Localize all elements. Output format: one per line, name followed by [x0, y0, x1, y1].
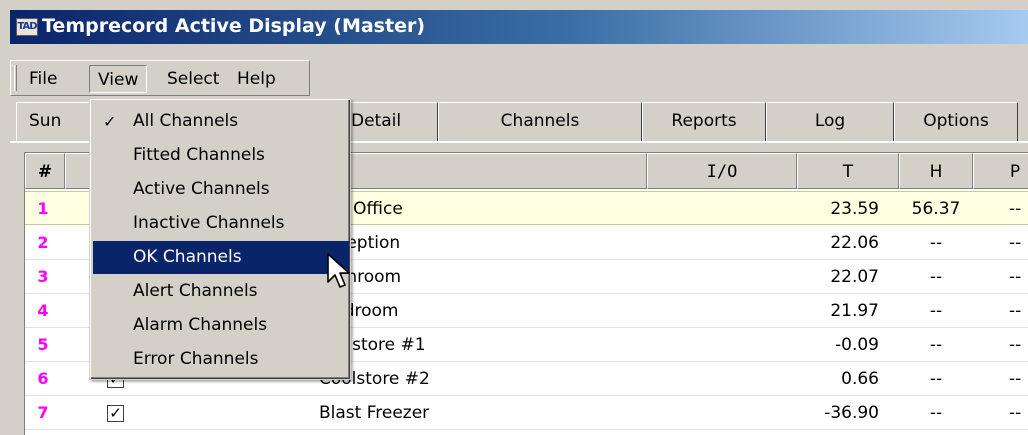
menu-item-inactive-channels[interactable]: Inactive Channels — [93, 207, 349, 240]
menu-item-label: Alert Channels — [133, 281, 258, 301]
humidity-value: -- — [929, 301, 943, 321]
column-header-number[interactable]: # — [25, 153, 65, 189]
menu-help[interactable]: Help — [229, 65, 284, 93]
channel-enabled-checkbox[interactable]: ✓ — [107, 405, 124, 422]
row-number: 3 — [37, 267, 49, 286]
pressure-value: -- — [1009, 403, 1022, 423]
checkmark-icon: ✓ — [103, 112, 117, 131]
menu-view[interactable]: View — [89, 65, 148, 93]
pressure-value: -- — [1009, 301, 1022, 321]
menu-item-all-channels[interactable]: ✓ All Channels — [93, 105, 349, 138]
menu-item-label: All Channels — [133, 111, 239, 131]
humidity-value: -- — [929, 369, 943, 389]
humidity-value: 56.37 — [911, 199, 961, 219]
tab-options[interactable]: Options — [894, 102, 1018, 142]
view-dropdown-menu: ✓ All Channels Fitted Channels Active Ch… — [89, 98, 351, 380]
row-number: 6 — [37, 369, 49, 388]
menu-item-label: Active Channels — [133, 179, 270, 199]
row-number: 5 — [37, 335, 49, 354]
menu-select[interactable]: Select — [159, 65, 227, 93]
app-logo-icon: TAD — [16, 18, 38, 36]
title-bar[interactable]: TAD Temprecord Active Display (Master) — [10, 10, 1028, 44]
temperature-value: -36.90 — [824, 403, 879, 423]
window-title: Temprecord Active Display (Master) — [42, 15, 426, 37]
temperature-value: -0.09 — [835, 335, 879, 355]
column-header-h[interactable]: H — [899, 153, 973, 189]
pressure-value: -- — [1009, 369, 1022, 389]
app-window: TAD Temprecord Active Display (Master) F… — [0, 0, 1028, 435]
menu-item-label: Fitted Channels — [133, 145, 265, 165]
menu-item-label: OK Channels — [133, 247, 242, 267]
menu-item-fitted-channels[interactable]: Fitted Channels — [93, 139, 349, 172]
tab-reports[interactable]: Reports — [642, 102, 766, 142]
menu-item-error-channels[interactable]: Error Channels — [93, 343, 349, 376]
pressure-value: -- — [1009, 233, 1022, 253]
menu-file[interactable]: File — [21, 65, 65, 93]
temperature-value: 23.59 — [830, 199, 879, 219]
temperature-value: 22.06 — [830, 233, 879, 253]
tab-channels[interactable]: Channels — [438, 102, 642, 142]
row-number: 7 — [37, 403, 49, 422]
row-number: 1 — [37, 199, 49, 218]
tab-log[interactable]: Log — [766, 102, 894, 142]
table-row[interactable]: 7 ✓ Blast Freezer -36.90 -- -- — [25, 396, 1028, 430]
menu-item-label: Alarm Channels — [133, 315, 268, 335]
mouse-pointer-icon — [327, 253, 350, 288]
column-header-p[interactable]: P — [973, 153, 1028, 189]
menu-item-label: Error Channels — [133, 349, 259, 369]
temperature-value: 22.07 — [830, 267, 879, 287]
menu-grip-handle — [14, 65, 17, 91]
humidity-value: -- — [929, 335, 943, 355]
row-number: 4 — [37, 301, 49, 320]
pressure-value: -- — [1009, 199, 1022, 219]
column-header-t[interactable]: T — [797, 153, 899, 189]
humidity-value: -- — [929, 233, 943, 253]
menu-item-active-channels[interactable]: Active Channels — [93, 173, 349, 206]
humidity-value: -- — [929, 267, 943, 287]
channel-name: Blast Freezer — [319, 403, 430, 423]
menu-item-alert-channels[interactable]: Alert Channels — [93, 275, 349, 308]
pressure-value: -- — [1009, 267, 1022, 287]
menu-item-ok-channels[interactable]: OK Channels — [93, 241, 349, 274]
column-header-io[interactable]: I/O — [647, 153, 797, 189]
temperature-value: 21.97 — [830, 301, 879, 321]
pressure-value: -- — [1009, 335, 1022, 355]
row-number: 2 — [37, 233, 49, 252]
temperature-value: 0.66 — [841, 369, 879, 389]
menu-item-alarm-channels[interactable]: Alarm Channels — [93, 309, 349, 342]
humidity-value: -- — [929, 403, 943, 423]
menu-item-label: Inactive Channels — [133, 213, 285, 233]
menu-bar: File View Select Help — [10, 60, 310, 96]
